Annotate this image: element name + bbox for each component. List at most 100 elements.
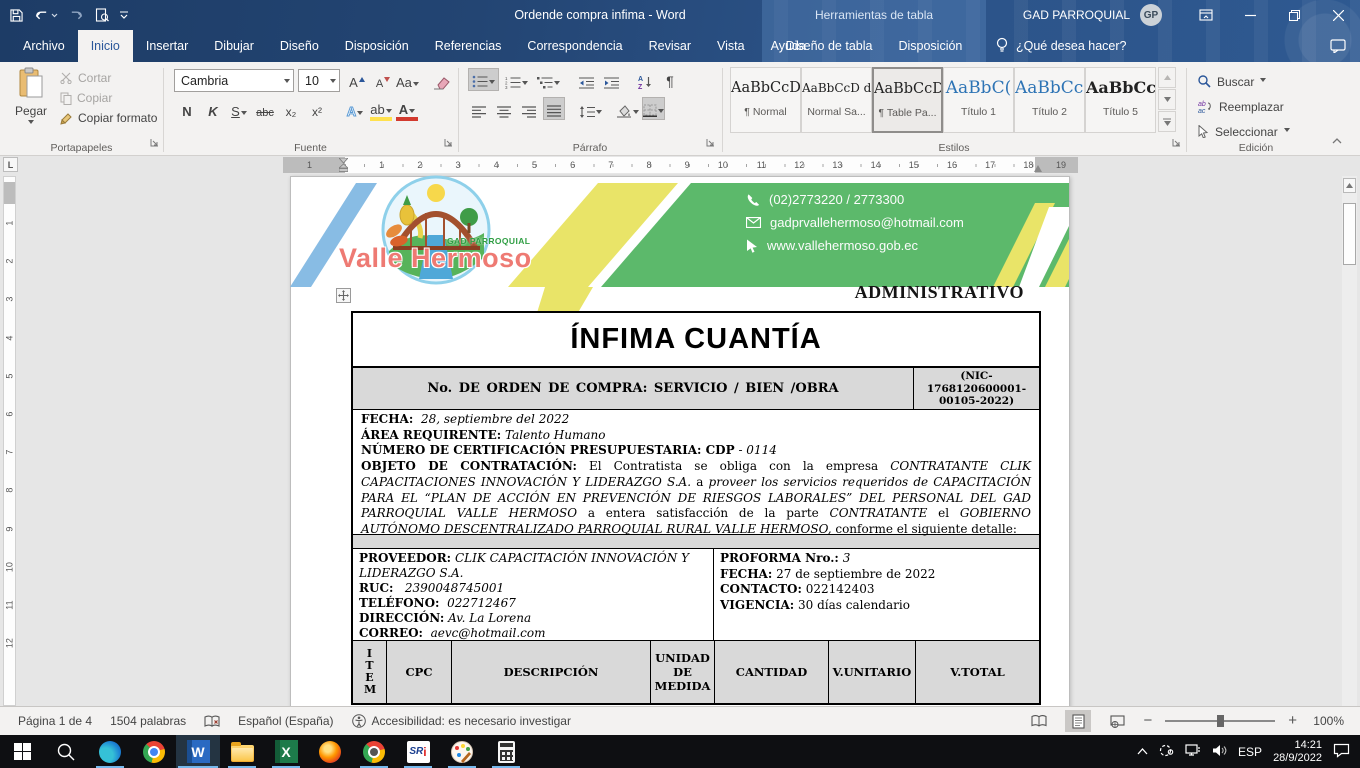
paste-dropdown-icon[interactable]: [28, 120, 34, 124]
style-normal[interactable]: AaBbCcDc ¶ Normal: [730, 67, 801, 133]
print-layout-icon[interactable]: [1065, 710, 1091, 732]
tab-disposicion-tabla[interactable]: Disposición: [885, 30, 975, 62]
taskbar-excel-icon[interactable]: X: [264, 735, 308, 768]
taskbar-paint-icon[interactable]: [440, 735, 484, 768]
clipboard-dialog-launcher-icon[interactable]: [150, 134, 159, 152]
zoom-in-icon[interactable]: +: [1288, 715, 1297, 727]
vertical-scrollbar[interactable]: [1342, 176, 1357, 706]
taskbar-calculator-icon[interactable]: [484, 735, 528, 768]
subscript-button[interactable]: x₂: [280, 98, 302, 121]
language-tray[interactable]: ESP: [1238, 745, 1262, 759]
redo-icon[interactable]: [69, 9, 84, 21]
volume-icon[interactable]: [1212, 744, 1227, 760]
text-effects-button[interactable]: A: [344, 98, 366, 121]
tab-insertar[interactable]: Insertar: [133, 30, 201, 62]
close-button[interactable]: [1316, 0, 1360, 30]
style-normal-sa[interactable]: AaBbCcD dE Normal Sa...: [801, 67, 872, 133]
page-indicator[interactable]: Página 1 de 4: [18, 714, 92, 728]
avatar[interactable]: GP: [1140, 4, 1162, 26]
taskbar-edge-icon[interactable]: [88, 735, 132, 768]
taskbar-file-explorer-icon[interactable]: [220, 735, 264, 768]
align-left-button[interactable]: [468, 97, 490, 120]
zoom-slider[interactable]: [1165, 720, 1275, 722]
paste-button[interactable]: Pegar: [8, 67, 54, 124]
taskbar-chrome-icon[interactable]: [132, 735, 176, 768]
clear-formatting-button[interactable]: [430, 69, 452, 92]
styles-scroll-up-icon[interactable]: [1158, 67, 1176, 88]
tray-app-icon[interactable]: [1159, 744, 1174, 760]
styles-dialog-launcher-icon[interactable]: [1172, 134, 1181, 152]
web-layout-icon[interactable]: [1104, 710, 1130, 732]
scroll-up-icon[interactable]: [1343, 178, 1356, 193]
horizontal-ruler[interactable]: 1 123456789101112131415161718 19: [283, 157, 1078, 173]
bold-button[interactable]: N: [176, 98, 198, 121]
accessibility-status[interactable]: Accesibilidad: es necesario investigar: [352, 714, 571, 728]
align-center-button[interactable]: [493, 97, 515, 120]
taskbar-sri-icon[interactable]: SRi: [396, 735, 440, 768]
shrink-font-button[interactable]: A: [372, 69, 394, 92]
numbering-button[interactable]: 123: [502, 68, 531, 91]
bullets-button[interactable]: [468, 68, 499, 91]
tab-diseno[interactable]: Diseño: [267, 30, 332, 62]
strikethrough-button[interactable]: abc: [254, 98, 276, 121]
format-painter-button[interactable]: Copiar formato: [60, 111, 157, 125]
ribbon-display-options-icon[interactable]: [1184, 0, 1228, 30]
taskbar-word-icon[interactable]: W: [176, 735, 220, 768]
decrease-indent-button[interactable]: [575, 68, 597, 91]
collapse-ribbon-icon[interactable]: [1332, 131, 1342, 149]
underline-button[interactable]: S: [228, 98, 250, 121]
proofing-icon[interactable]: [204, 715, 220, 728]
zoom-out-icon[interactable]: −: [1143, 715, 1152, 727]
style-titulo-5[interactable]: AaBbCc] Título 5: [1085, 67, 1156, 133]
tab-correspondencia[interactable]: Correspondencia: [514, 30, 635, 62]
shading-button[interactable]: [616, 97, 639, 120]
tab-referencias[interactable]: Referencias: [422, 30, 515, 62]
grow-font-button[interactable]: A: [346, 69, 368, 92]
right-indent-marker-icon[interactable]: [1034, 165, 1042, 172]
clock[interactable]: 14:21 28/9/2022: [1273, 739, 1322, 765]
vertical-ruler[interactable]: 123456789101112: [3, 176, 16, 706]
table-move-handle-icon[interactable]: [336, 288, 351, 303]
account-name[interactable]: GAD PARROQUIAL: [1023, 8, 1130, 22]
zoom-slider-thumb[interactable]: [1217, 715, 1224, 727]
replace-button[interactable]: abac Reemplazar: [1198, 95, 1284, 118]
document-page[interactable]: (02)2773220 / 2773300 gadprvallehermoso@…: [290, 176, 1070, 706]
highlight-color-button[interactable]: ab: [370, 100, 392, 121]
tab-archivo[interactable]: Archivo: [10, 30, 78, 62]
tab-dibujar[interactable]: Dibujar: [201, 30, 267, 62]
font-color-button[interactable]: A: [396, 100, 418, 121]
superscript-button[interactable]: x²: [306, 98, 328, 121]
font-size-select[interactable]: 10: [298, 69, 340, 92]
font-family-select[interactable]: Cambria: [174, 69, 294, 92]
read-mode-icon[interactable]: [1026, 710, 1052, 732]
style-table-paragraph[interactable]: AaBbCcD ¶ Table Pa...: [872, 67, 943, 133]
language-indicator[interactable]: Español (España): [238, 714, 333, 728]
tab-revisar[interactable]: Revisar: [636, 30, 704, 62]
zoom-level[interactable]: 100%: [1310, 714, 1344, 728]
align-right-button[interactable]: [518, 97, 540, 120]
word-count[interactable]: 1504 palabras: [110, 714, 186, 728]
styles-scroll-down-icon[interactable]: [1158, 89, 1176, 110]
indent-marker-icon[interactable]: [339, 158, 348, 174]
borders-button[interactable]: [642, 97, 665, 120]
tab-disposicion[interactable]: Disposición: [332, 30, 422, 62]
network-icon[interactable]: [1185, 744, 1201, 760]
save-icon[interactable]: [10, 9, 23, 22]
restore-button[interactable]: [1272, 0, 1316, 30]
taskbar-search-icon[interactable]: [44, 735, 88, 768]
tab-selector[interactable]: L: [3, 157, 18, 172]
customize-qat-icon[interactable]: [120, 11, 128, 19]
tab-vista[interactable]: Vista: [704, 30, 758, 62]
increase-indent-button[interactable]: [600, 68, 622, 91]
styles-more-icon[interactable]: [1158, 111, 1176, 132]
feedback-icon[interactable]: [1330, 39, 1346, 58]
print-preview-icon[interactable]: [95, 8, 109, 22]
find-button[interactable]: Buscar: [1198, 70, 1266, 93]
style-titulo-2[interactable]: AaBbCcC[ Título 2: [1014, 67, 1085, 133]
style-titulo-1[interactable]: AaBbC( Título 1: [943, 67, 1014, 133]
italic-button[interactable]: K: [202, 98, 224, 121]
minimize-button[interactable]: [1228, 0, 1272, 30]
tab-diseno-de-tabla[interactable]: Diseño de tabla: [773, 30, 886, 62]
taskbar-firefox-icon[interactable]: [308, 735, 352, 768]
change-case-button[interactable]: Aa: [396, 69, 419, 92]
